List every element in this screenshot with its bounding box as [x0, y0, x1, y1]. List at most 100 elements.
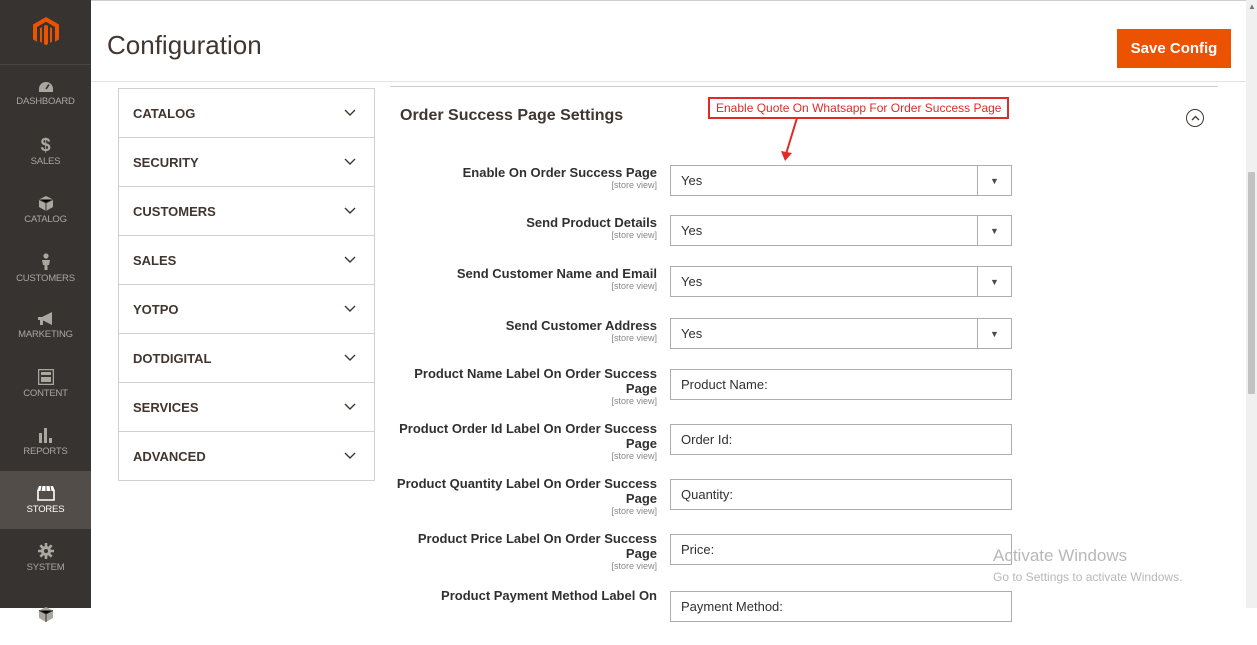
tab-services[interactable]: SERVICES [119, 383, 374, 432]
field-label: Product Order Id Label On Order Success … [387, 421, 657, 461]
nav-label-dashboard: DASHBOARD [16, 96, 75, 107]
magento-logo-icon [32, 17, 59, 46]
chevron-down-icon [344, 403, 356, 410]
chevron-down-icon [344, 109, 356, 116]
scroll-up-icon[interactable]: ▲ [1248, 2, 1256, 11]
chevron-down-icon [344, 452, 356, 459]
chevron-down-icon [344, 207, 356, 214]
nav-item-marketing[interactable]: MARKETING [0, 297, 91, 355]
tab-label: ADVANCED [133, 448, 206, 464]
field-label: Product Price Label On Order Success Pag… [387, 531, 657, 571]
section-divider [390, 86, 1218, 87]
dropdown-arrow-icon: ▼ [977, 267, 1011, 296]
top-border [91, 0, 1246, 1]
nav-label-marketing: MARKETING [18, 329, 73, 340]
save-config-button[interactable]: Save Config [1117, 29, 1231, 68]
scope-label: [store view] [611, 396, 657, 406]
send-customer-name-select[interactable]: Yes ▼ [670, 266, 1012, 297]
dropdown-arrow-icon: ▼ [977, 319, 1011, 348]
section-title[interactable]: Order Success Page Settings [400, 107, 623, 125]
input-value: Payment Method: [681, 599, 783, 614]
nav-label-customers: CUSTOMERS [16, 272, 75, 284]
field-label: Enable On Order Success Page [store view] [387, 165, 657, 190]
tab-advanced[interactable]: ADVANCED [119, 432, 374, 481]
chevron-down-icon [344, 305, 356, 312]
bar-chart-icon [38, 428, 52, 443]
dropdown-arrow-icon: ▼ [977, 166, 1011, 195]
chevron-down-icon [344, 256, 356, 263]
nav-label-system: SYSTEM [26, 562, 65, 573]
gear-icon [37, 543, 54, 559]
nav-label-reports: REPORTS [23, 446, 68, 457]
nav-item-reports[interactable]: REPORTS [0, 413, 91, 471]
dollar-icon: $ [40, 135, 51, 155]
input-value: Quantity: [681, 487, 734, 502]
scope-label: [store view] [611, 506, 657, 516]
nav-item-catalog[interactable]: CATALOG [0, 181, 91, 239]
product-name-label-input[interactable]: Product Name: [670, 369, 1012, 400]
scope-label: [store view] [611, 561, 657, 571]
tab-label: CUSTOMERS [133, 203, 216, 219]
chevron-up-icon [1191, 115, 1199, 121]
select-value: Yes [681, 173, 703, 188]
magento-logo[interactable] [0, 0, 91, 65]
nav-label-stores: STORES [26, 504, 65, 515]
admin-sidebar: DASHBOARD $ SALES CATALOG CUSTOMERS MARK… [0, 0, 91, 622]
tab-security[interactable]: SECURITY [119, 138, 374, 187]
field-label: Send Customer Name and Email [store view] [387, 266, 657, 291]
header-divider [91, 81, 1248, 82]
annotation-callout: Enable Quote On Whatsapp For Order Succe… [708, 97, 1010, 119]
input-value: Price: [681, 542, 715, 557]
field-label: Send Customer Address [store view] [387, 318, 657, 343]
nav-item-sales[interactable]: $ SALES [0, 123, 91, 181]
annotation-arrow-icon [781, 118, 798, 161]
field-label: Send Product Details [store view] [387, 215, 657, 240]
nav-item-dashboard[interactable]: DASHBOARD [0, 65, 91, 123]
nav-item-system[interactable]: SYSTEM [0, 529, 91, 587]
scrollbar-thumb[interactable] [1248, 172, 1255, 394]
collapse-section-button[interactable] [1186, 109, 1204, 127]
send-product-details-select[interactable]: Yes ▼ [670, 215, 1012, 246]
tab-dotdigital[interactable]: DOTDIGITAL [119, 334, 374, 383]
payment-method-label-input[interactable]: Payment Method: [670, 591, 1012, 622]
input-value: Order Id: [681, 432, 733, 447]
page-title: Configuration [107, 30, 262, 60]
enable-order-success-select[interactable]: Yes ▼ [670, 165, 1012, 196]
tab-label: SERVICES [133, 399, 199, 415]
tab-customers[interactable]: CUSTOMERS [119, 187, 374, 236]
field-label: Product Quantity Label On Order Success … [387, 476, 657, 516]
dashboard-icon [38, 82, 53, 92]
send-customer-address-select[interactable]: Yes ▼ [670, 318, 1012, 349]
dropdown-arrow-icon: ▼ [977, 216, 1011, 245]
field-label: Product Payment Method Label On [441, 588, 657, 603]
nav-item-content[interactable]: CONTENT [0, 355, 91, 413]
scope-label: [store view] [611, 230, 657, 240]
nav-label-sales: SALES [30, 156, 61, 167]
quantity-label-input[interactable]: Quantity: [670, 479, 1012, 510]
input-value: Product Name: [681, 377, 768, 392]
scope-label: [store view] [611, 180, 657, 190]
scope-label: [store view] [611, 451, 657, 461]
chevron-down-icon [344, 354, 356, 361]
person-icon [41, 252, 50, 270]
select-value: Yes [681, 223, 703, 238]
tab-yotpo[interactable]: YOTPO [119, 285, 374, 334]
tab-label: SALES [133, 252, 177, 268]
nav-item-partners[interactable] [0, 587, 91, 645]
tab-catalog[interactable]: CATALOG [119, 89, 374, 138]
tab-label: YOTPO [133, 301, 179, 317]
nav-label-catalog: CATALOG [24, 213, 67, 225]
order-id-label-input[interactable]: Order Id: [670, 424, 1012, 455]
layout-icon [37, 369, 54, 385]
select-value: Yes [681, 274, 703, 289]
cube-icon [38, 607, 53, 622]
price-label-input[interactable]: Price: [670, 534, 1012, 565]
field-label: Product Name Label On Order Success Page… [387, 366, 657, 406]
nav-item-stores[interactable]: STORES [0, 471, 91, 529]
tab-sales[interactable]: SALES [119, 236, 374, 285]
tab-label: CATALOG [133, 105, 196, 121]
nav-item-customers[interactable]: CUSTOMERS [0, 239, 91, 297]
cube-icon [38, 195, 53, 211]
config-tabs: CATALOG SECURITY CUSTOMERS SALES YOTPO D… [118, 88, 375, 481]
tab-label: DOTDIGITAL [133, 350, 212, 366]
